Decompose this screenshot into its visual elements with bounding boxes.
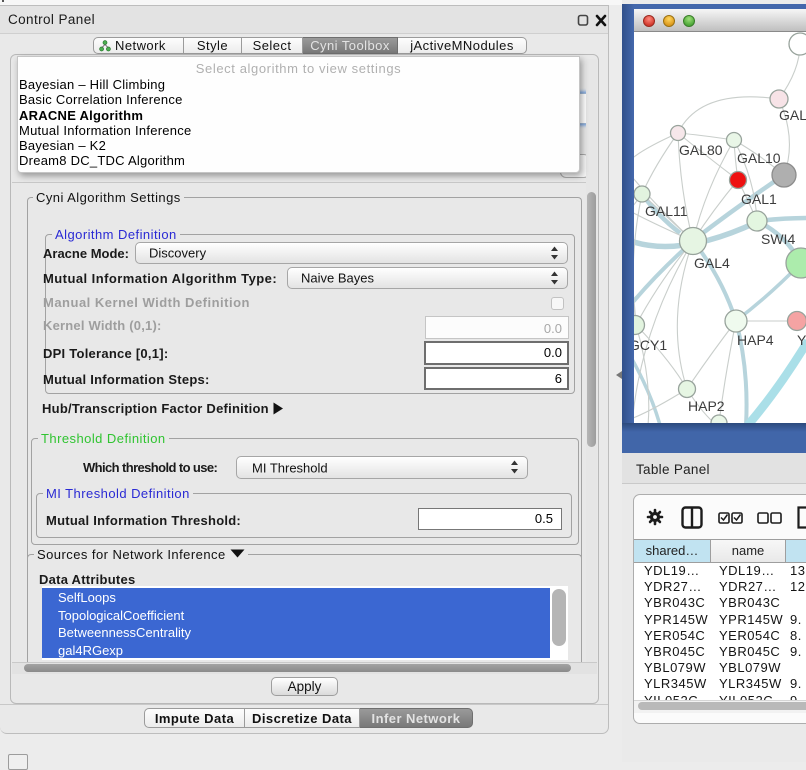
svg-text:YM: YM xyxy=(797,332,806,348)
svg-text:GAL11: GAL11 xyxy=(645,203,688,219)
svg-text:GAL80: GAL80 xyxy=(679,142,723,158)
svg-text:SWI4: SWI4 xyxy=(761,231,795,247)
svg-text:GAL10: GAL10 xyxy=(737,150,781,166)
svg-text:HAP2: HAP2 xyxy=(688,398,725,414)
svg-text:GAL2: GAL2 xyxy=(779,107,806,123)
svg-text:GAL4: GAL4 xyxy=(694,255,730,271)
svg-text:GCY1: GCY1 xyxy=(634,337,667,353)
svg-text:GAL1: GAL1 xyxy=(741,191,777,207)
svg-text:HAP4: HAP4 xyxy=(737,332,774,348)
